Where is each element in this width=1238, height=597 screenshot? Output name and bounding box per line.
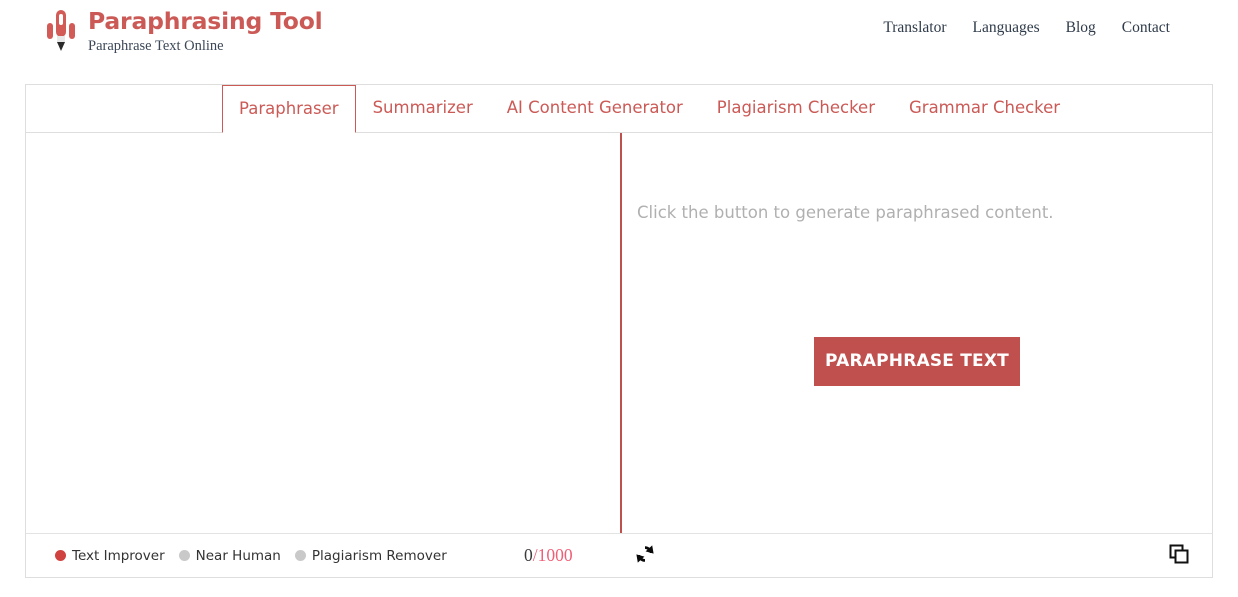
nav-link-blog[interactable]: Blog xyxy=(1066,19,1096,37)
radio-dot-icon xyxy=(178,550,190,561)
tab-plagiarism-checker-label: Plagiarism Checker xyxy=(716,98,875,118)
mode-option-near-human[interactable]: Near Human xyxy=(178,547,281,564)
tab-summarizer-label: Summarizer xyxy=(372,98,473,118)
refresh-icon xyxy=(633,542,657,569)
paraphraser-card: Paraphraser Summarizer AI Content Genera… xyxy=(25,84,1213,578)
main-nav: Translator Languages Blog Contact xyxy=(883,19,1170,37)
input-pane xyxy=(26,133,620,533)
editor-footer: Text Improver Near Human Plagiarism Remo… xyxy=(26,533,1212,577)
mode-option-text-improver-label: Text Improver xyxy=(72,547,165,564)
tab-grammar-checker[interactable]: Grammar Checker xyxy=(892,85,1077,132)
copy-button[interactable] xyxy=(1166,543,1192,569)
tab-paraphraser[interactable]: Paraphraser xyxy=(222,85,356,133)
source-text-input[interactable] xyxy=(26,133,620,533)
character-counter-max: 1000 xyxy=(537,545,573,565)
mode-option-plagiarism-remover-label: Plagiarism Remover xyxy=(311,547,447,564)
mode-options: Text Improver Near Human Plagiarism Remo… xyxy=(55,548,447,564)
rocket-icon xyxy=(44,6,78,56)
cta-wrap: PARAPHRASE TEXT xyxy=(622,337,1212,386)
radio-dot-icon xyxy=(294,550,306,561)
tab-strip: Paraphraser Summarizer AI Content Genera… xyxy=(26,85,1212,133)
mode-option-plagiarism-remover[interactable]: Plagiarism Remover xyxy=(294,547,447,564)
character-counter-used: 0 xyxy=(524,545,533,565)
mode-option-near-human-label: Near Human xyxy=(195,547,281,564)
brand[interactable]: Paraphrasing Tool Paraphrase Text Online xyxy=(44,4,323,56)
editor-body: Click the button to generate paraphrased… xyxy=(26,133,1212,533)
refresh-button[interactable] xyxy=(632,543,658,569)
tab-grammar-checker-label: Grammar Checker xyxy=(909,98,1061,118)
output-pane: Click the button to generate paraphrased… xyxy=(622,133,1212,533)
mode-option-text-improver[interactable]: Text Improver xyxy=(55,548,165,564)
brand-subtitle: Paraphrase Text Online xyxy=(88,38,224,54)
nav-link-contact[interactable]: Contact xyxy=(1122,19,1170,37)
radio-dot-icon xyxy=(55,550,66,561)
copy-icon xyxy=(1167,542,1191,569)
output-placeholder-text: Click the button to generate paraphrased… xyxy=(637,203,1054,222)
nav-link-translator[interactable]: Translator xyxy=(883,19,946,37)
tab-ai-content-generator[interactable]: AI Content Generator xyxy=(490,85,700,132)
site-header: Paraphrasing Tool Paraphrase Text Online… xyxy=(0,0,1238,62)
tab-paraphraser-label: Paraphraser xyxy=(239,98,339,118)
character-counter: 0/1000 xyxy=(524,545,573,566)
tab-summarizer[interactable]: Summarizer xyxy=(356,85,490,132)
nav-link-languages[interactable]: Languages xyxy=(972,19,1039,37)
paraphrase-text-button[interactable]: PARAPHRASE TEXT xyxy=(814,337,1020,386)
tab-plagiarism-checker[interactable]: Plagiarism Checker xyxy=(700,85,892,132)
tab-ai-content-generator-label: AI Content Generator xyxy=(506,98,683,118)
brand-title: Paraphrasing Tool xyxy=(88,7,323,35)
